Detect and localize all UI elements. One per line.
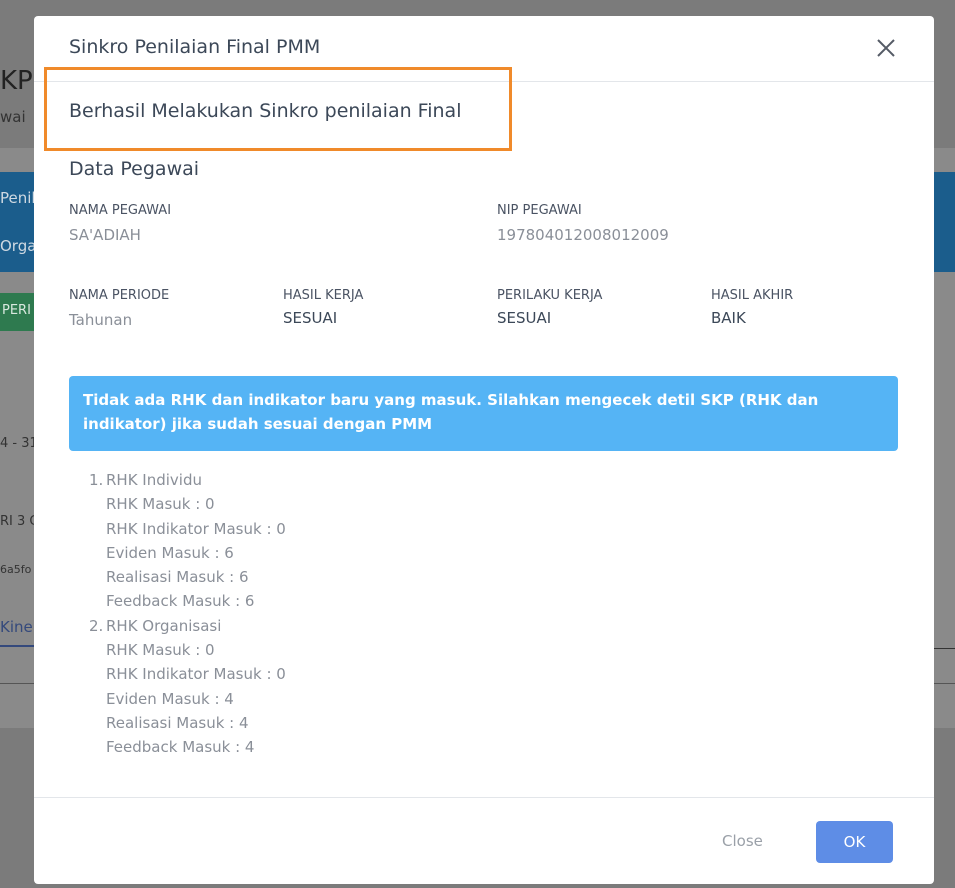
sync-result-list: 1. RHK Individu RHK Masuk : 0 RHK Indika… [89,468,489,760]
list-item-line: Feedback Masuk : 4 [106,738,255,757]
hasil-kerja-label: HASIL KERJA [283,288,364,303]
nip-label: NIP PEGAWAI [497,203,582,218]
bg-divider-right [934,648,955,649]
list-item-line: Realisasi Masuk : 4 [106,713,249,732]
ok-button[interactable]: OK [816,821,893,863]
list-item-line: RHK Indikator Masuk : 0 [106,665,286,684]
nama-pegawai-value: SA'ADIAH [69,226,141,244]
list-item-line: Feedback Masuk : 6 [106,592,255,611]
list-number: 1. [89,471,104,489]
bg-text-row-2: RI 3 C [0,514,39,529]
list-item-line: Eviden Masuk : 4 [106,689,234,708]
success-message: Berhasil Melakukan Sinkro penilaian Fina… [69,100,462,122]
close-icon[interactable] [874,36,898,60]
bg-text-row-1: 4 - 31 [0,436,38,451]
list-item-line: RHK Masuk : 0 [106,641,215,660]
list-item: 1. RHK Individu RHK Masuk : 0 RHK Indika… [89,468,489,614]
list-item-title: RHK Individu [106,471,202,489]
bg-tab: Kine [0,618,33,636]
modal-footer: Close OK [34,797,934,884]
hasil-kerja-value: SESUAI [283,309,338,327]
bg-page-title: KP [0,66,33,96]
bg-banner-text-2: Orga [0,237,37,255]
bg-green-button-label: PERI [2,303,31,318]
list-number: 2. [89,616,104,635]
list-item-line: RHK Indikator Masuk : 0 [106,519,286,538]
bg-text-row-3: 6a5fo [0,563,32,576]
periode-value: Tahunan [69,311,133,329]
section-title: Data Pegawai [69,158,200,180]
info-alert: Tidak ada RHK dan indikator baru yang ma… [69,376,898,451]
bg-tab-underline [0,645,36,647]
nip-value: 197804012008012009 [497,226,669,244]
periode-label: NAMA PERIODE [69,288,170,303]
bg-page-subtitle: wai [0,108,26,126]
list-item-title: RHK Organisasi [106,616,222,635]
list-item-line: RHK Masuk : 0 [106,495,215,514]
hasil-akhir-label: HASIL AKHIR [711,288,794,303]
perilaku-kerja-value: SESUAI [497,309,552,327]
modal-title: Sinkro Penilaian Final PMM [69,36,321,58]
perilaku-kerja-label: PERILAKU KERJA [497,288,603,303]
list-item: 2. RHK Organisasi RHK Masuk : 0 RHK Indi… [89,614,489,760]
nama-pegawai-label: NAMA PEGAWAI [69,203,172,218]
list-item-line: Eviden Masuk : 6 [106,543,234,562]
hasil-akhir-value: BAIK [711,309,746,327]
close-button[interactable]: Close [722,832,763,850]
sync-modal: Sinkro Penilaian Final PMM Berhasil Mela… [34,16,934,884]
list-item-line: Realisasi Masuk : 6 [106,568,249,587]
